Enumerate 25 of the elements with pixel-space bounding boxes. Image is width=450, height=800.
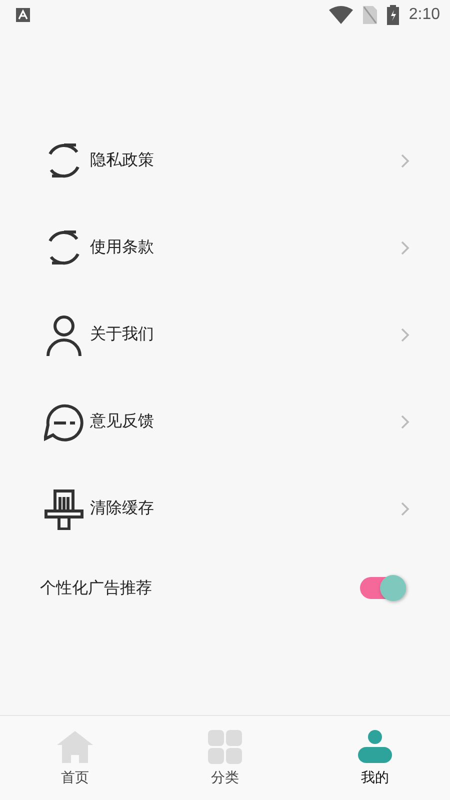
grid-icon xyxy=(207,729,243,765)
clock: 2:10 xyxy=(408,6,440,24)
person-icon xyxy=(357,729,393,765)
menu-item[interactable]: 关于我们 xyxy=(90,324,394,345)
toggle-switch[interactable] xyxy=(360,575,406,601)
brush-icon xyxy=(44,488,84,530)
menu-item[interactable]: 意见反馈 xyxy=(90,411,394,432)
chevron-right-icon xyxy=(400,414,410,430)
setting-label: 个性化广告推荐 xyxy=(40,578,153,598)
chevron-right-icon xyxy=(400,326,410,342)
battery-charging-icon xyxy=(386,5,399,25)
app-notification-icon xyxy=(16,8,30,22)
menu-item[interactable]: 隐私政策 xyxy=(90,150,394,171)
chevron-right-icon xyxy=(400,152,410,168)
no-sim-icon xyxy=(362,6,377,24)
menu-item[interactable]: 清除缓存 xyxy=(90,498,394,519)
nav-tab[interactable]: 我的 xyxy=(300,716,450,800)
wifi-icon xyxy=(328,6,353,24)
home-icon xyxy=(57,729,93,765)
menu-item[interactable]: 使用条款 xyxy=(90,237,394,258)
chevron-right-icon xyxy=(400,240,410,256)
person-icon xyxy=(44,314,84,356)
nav-tab[interactable]: 分类 xyxy=(150,716,300,800)
nav-tab[interactable]: 首页 xyxy=(0,716,150,800)
chevron-right-icon xyxy=(400,500,410,516)
